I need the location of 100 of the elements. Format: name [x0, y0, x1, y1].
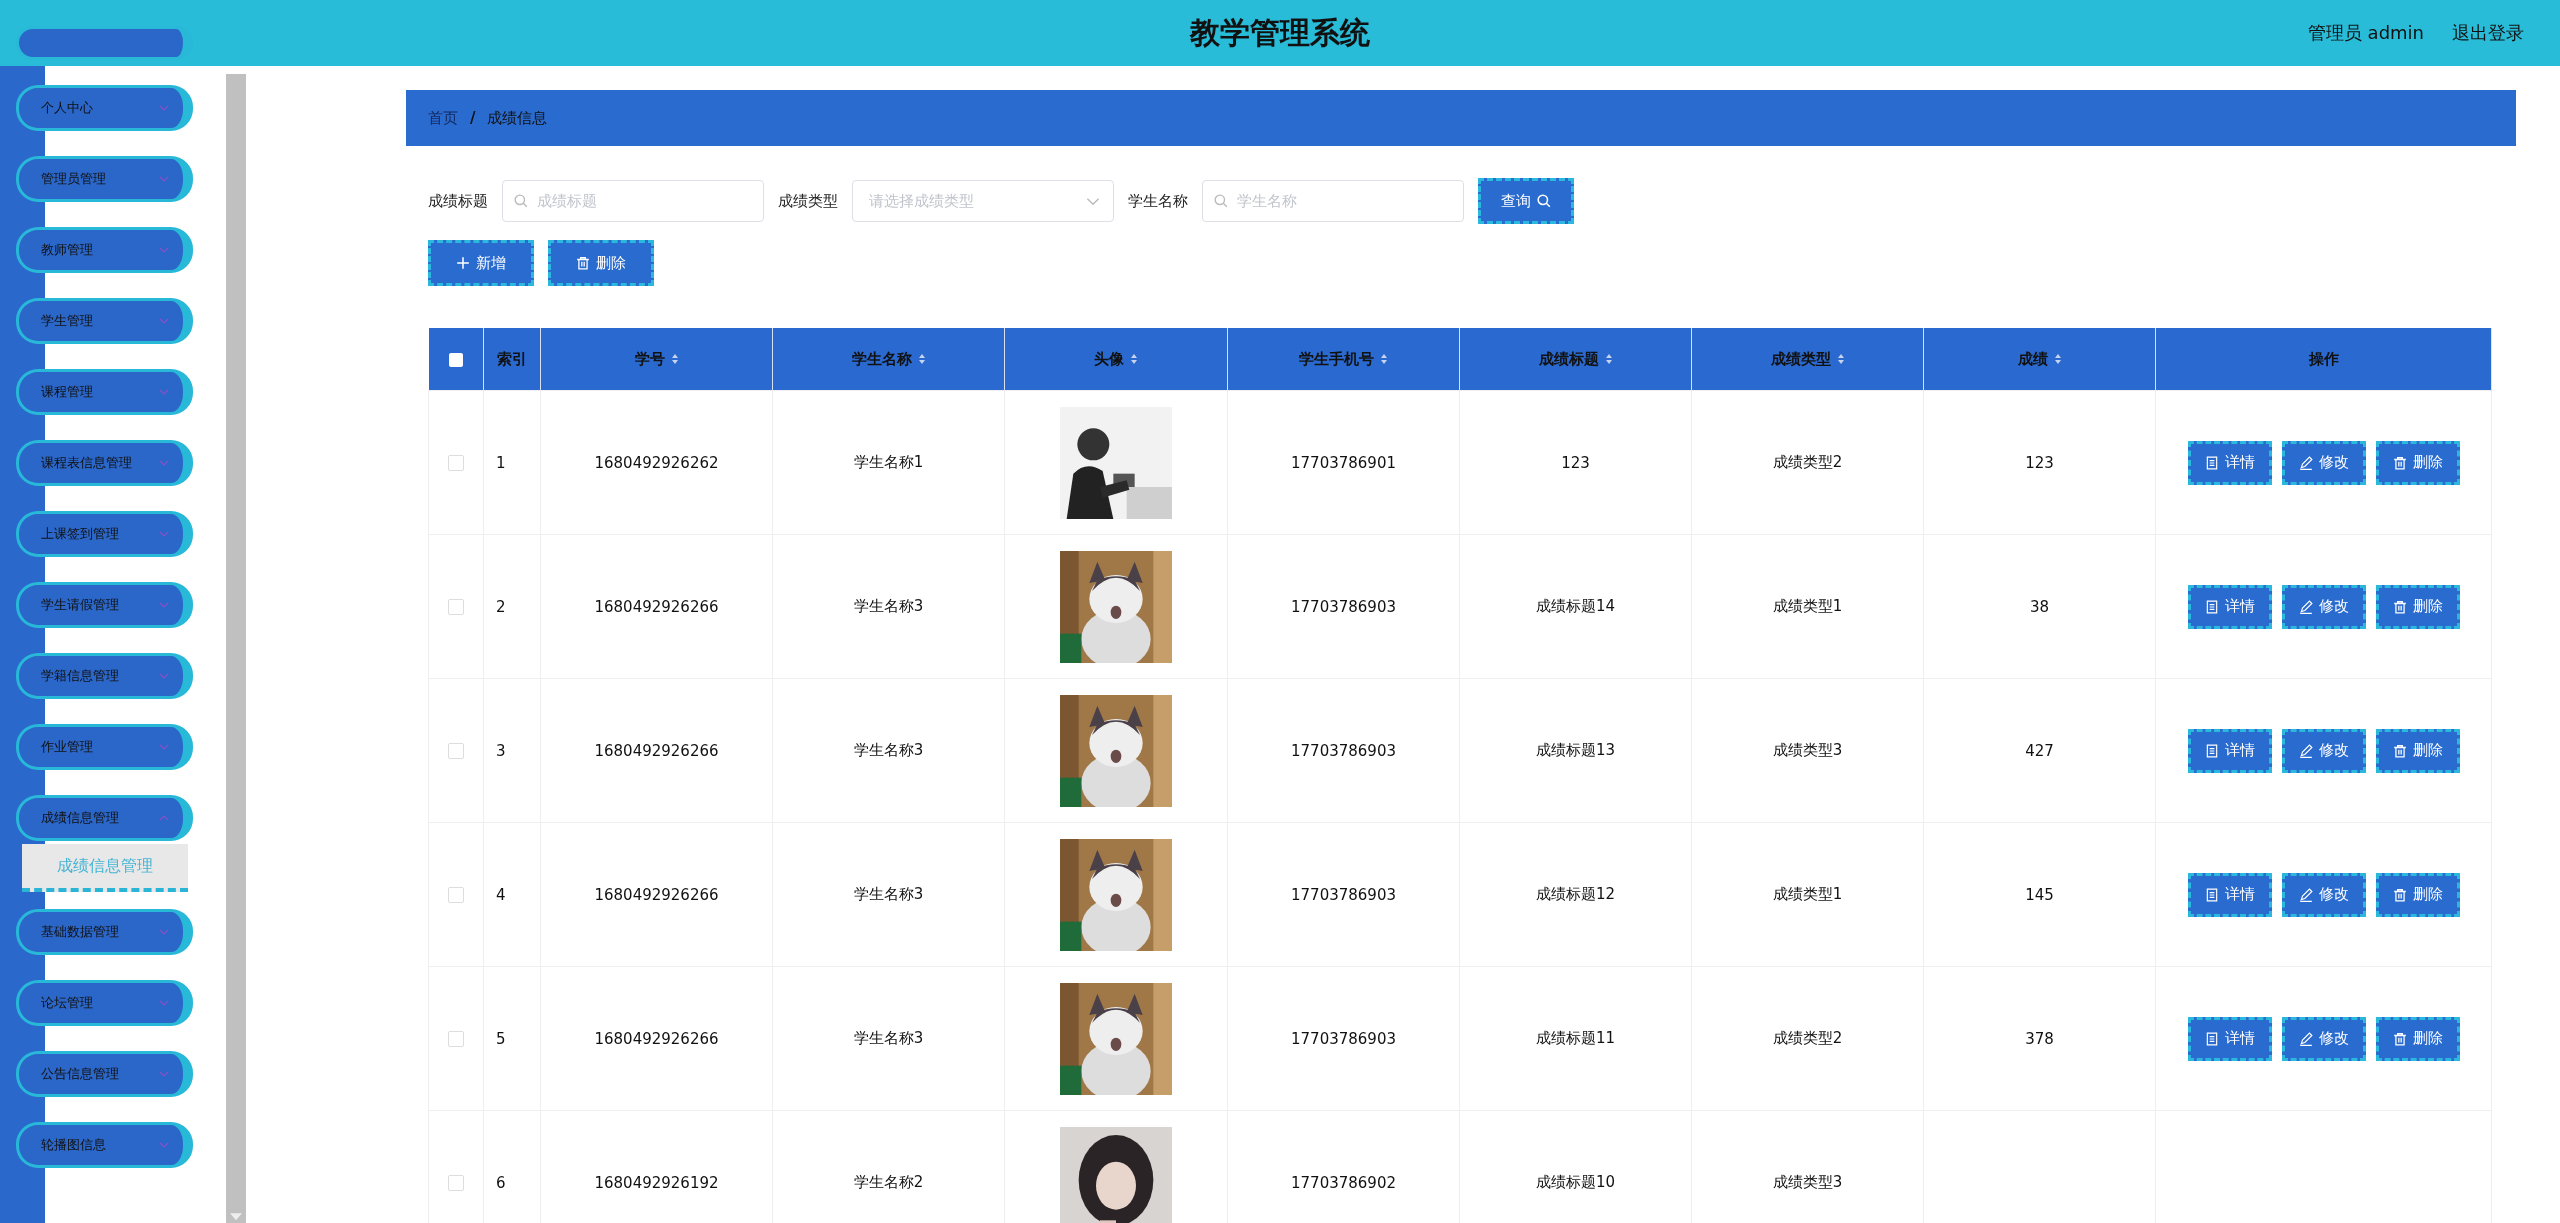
delete-button[interactable]: 删除	[2375, 728, 2460, 773]
document-icon	[2204, 455, 2219, 470]
table-cell: 1680492926266	[540, 822, 773, 967]
table-cell: 学生名称3	[772, 966, 1005, 1111]
breadcrumb-item[interactable]: 首页	[428, 108, 458, 128]
chevron-icon	[159, 815, 169, 821]
column-header[interactable]: 学生手机号	[1227, 328, 1460, 391]
logout-link[interactable]: 退出登录	[2452, 21, 2524, 45]
menu-item[interactable]: 学籍信息管理	[16, 653, 193, 699]
row-checkbox[interactable]	[448, 1031, 464, 1047]
menu-item[interactable]: 轮播图信息	[16, 1122, 193, 1168]
pencil-icon	[2298, 887, 2313, 902]
table-cell: 成绩类型1	[1691, 534, 1924, 679]
menu-item[interactable]: 管理员管理	[16, 156, 193, 202]
menu-item[interactable]: 学生请假管理	[16, 582, 193, 628]
menu-item[interactable]: 公告信息管理	[16, 1051, 193, 1097]
chevron-icon	[159, 602, 169, 608]
filter-label: 学生名称	[1128, 191, 1188, 211]
menu-item[interactable]: 教师管理	[16, 227, 193, 273]
row-checkbox[interactable]	[448, 887, 464, 903]
sort-icon[interactable]	[1130, 353, 1138, 365]
delete-button[interactable]: 删除	[2375, 440, 2460, 485]
menu-item[interactable]: 课程管理	[16, 369, 193, 415]
sort-icon[interactable]	[670, 353, 679, 365]
search-button[interactable]: 查询	[1478, 178, 1574, 224]
delete-button[interactable]: 删除	[2375, 872, 2460, 917]
pencil-icon	[2298, 743, 2313, 758]
detail-button[interactable]: 详情	[2187, 1016, 2272, 1061]
select-field[interactable]: 请选择成绩类型	[852, 180, 1114, 222]
column-header[interactable]: 成绩	[1923, 328, 2156, 391]
user-label: 管理员 admin	[2307, 21, 2424, 45]
chevron-icon	[159, 176, 169, 182]
table-cell: 成绩标题13	[1459, 678, 1692, 823]
menu-item[interactable]: 上课签到管理	[16, 511, 193, 557]
sort-icon[interactable]	[1836, 353, 1845, 365]
table-cell: 38	[1923, 534, 2156, 679]
edit-button[interactable]: 修改	[2281, 440, 2366, 485]
menu-item[interactable]: 成绩信息管理	[16, 795, 193, 841]
table-cell: 378	[1923, 966, 2156, 1111]
document-icon	[2204, 743, 2219, 758]
detail-button[interactable]: 详情	[2187, 872, 2272, 917]
column-header[interactable]: 头像	[1004, 328, 1228, 391]
table-cell: 2	[483, 534, 541, 679]
scrollbar[interactable]	[226, 74, 246, 1223]
table-cell: 成绩类型1	[1691, 822, 1924, 967]
chevron-icon	[1086, 197, 1100, 206]
pencil-icon	[2298, 1031, 2313, 1046]
edit-button[interactable]: 修改	[2281, 728, 2366, 773]
table-cell: 3	[483, 678, 541, 823]
menu-item[interactable]: 作业管理	[16, 724, 193, 770]
detail-button[interactable]: 详情	[2187, 584, 2272, 629]
table-cell: 成绩标题14	[1459, 534, 1692, 679]
table-cell: 学生名称3	[772, 534, 1005, 679]
edit-button[interactable]: 修改	[2281, 872, 2366, 917]
table-cell: 学生名称3	[772, 678, 1005, 823]
chevron-icon	[159, 1142, 169, 1148]
edit-button[interactable]: 修改	[2281, 1016, 2366, 1061]
table-cell: 1680492926266	[540, 678, 773, 823]
table-cell: 17703786903	[1227, 822, 1460, 967]
detail-button[interactable]: 详情	[2187, 728, 2272, 773]
row-checkbox[interactable]	[448, 1175, 464, 1191]
search-field[interactable]: 成绩标题	[502, 180, 764, 222]
delete-button[interactable]: 删除	[2375, 584, 2460, 629]
trash-icon	[2392, 743, 2407, 758]
add-button[interactable]: 新增	[428, 240, 534, 286]
trash-icon	[2392, 887, 2407, 902]
sort-icon[interactable]	[2053, 353, 2062, 365]
breadcrumb-separator: /	[470, 109, 476, 127]
sort-icon[interactable]	[917, 353, 926, 365]
row-checkbox[interactable]	[448, 599, 464, 615]
chevron-icon	[159, 673, 169, 679]
column-header[interactable]: 学生名称	[772, 328, 1005, 391]
detail-button[interactable]: 详情	[2187, 440, 2272, 485]
column-header[interactable]: 成绩类型	[1691, 328, 1924, 391]
table-cell: 成绩类型2	[1691, 390, 1924, 535]
search-field[interactable]: 学生名称	[1202, 180, 1464, 222]
delete-button[interactable]: 删除	[2375, 1016, 2460, 1061]
menu-item[interactable]: 课程表信息管理	[16, 440, 193, 486]
menu-item[interactable]: 个人中心	[16, 85, 193, 131]
column-header[interactable]: 成绩标题	[1459, 328, 1692, 391]
chevron-icon	[159, 318, 169, 324]
table-cell: 1680492926266	[540, 966, 773, 1111]
menu-item[interactable]	[16, 26, 193, 60]
chevron-icon	[159, 929, 169, 935]
menu-item[interactable]: 论坛管理	[16, 980, 193, 1026]
row-checkbox[interactable]	[448, 455, 464, 471]
row-checkbox[interactable]	[448, 743, 464, 759]
menu-item[interactable]: 学生管理	[16, 298, 193, 344]
sort-icon[interactable]	[1604, 353, 1613, 365]
submenu-item[interactable]: 成绩信息管理	[22, 844, 188, 892]
table-cell: 123	[1923, 390, 2156, 535]
column-header: 索引	[483, 328, 541, 391]
delete-button[interactable]: 删除	[548, 240, 654, 286]
column-header[interactable]: 学号	[540, 328, 773, 391]
edit-button[interactable]: 修改	[2281, 584, 2366, 629]
select-all-checkbox[interactable]	[448, 352, 463, 367]
table-cell: 5	[483, 966, 541, 1111]
sort-icon[interactable]	[1380, 353, 1388, 365]
plus-icon	[456, 256, 470, 270]
menu-item[interactable]: 基础数据管理	[16, 909, 193, 955]
